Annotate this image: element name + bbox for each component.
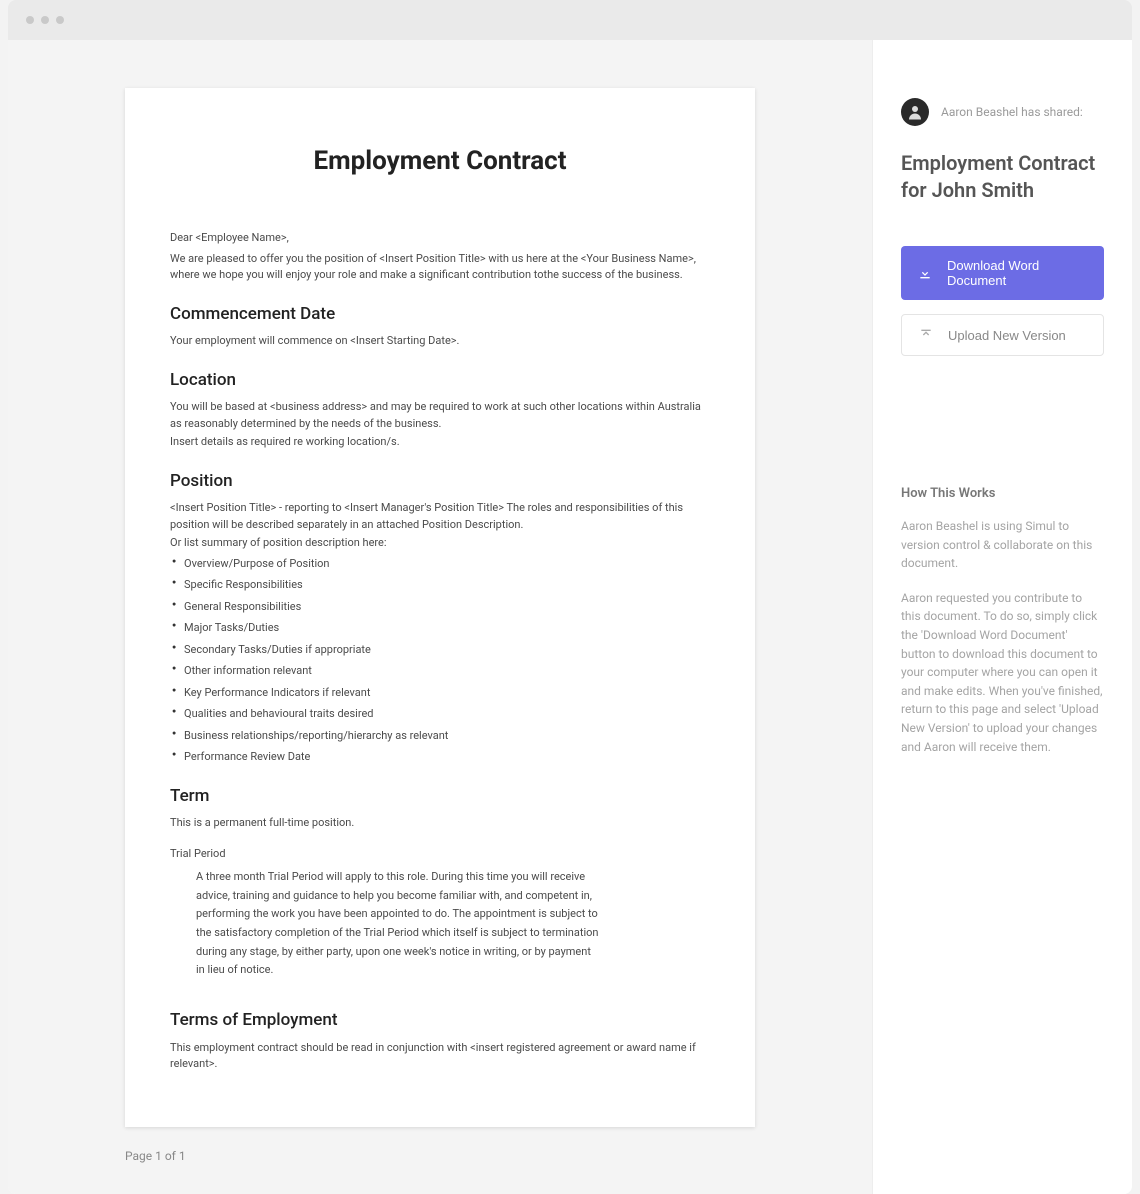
list-item: Major Tasks/Duties: [170, 620, 710, 637]
how-title: How This Works: [901, 486, 1104, 501]
list-item: Specific Responsibilities: [170, 577, 710, 594]
upload-label: Upload New Version: [948, 328, 1066, 343]
minimize-dot[interactable]: [41, 16, 49, 24]
document-viewer: Employment Contract Dear <Employee Name>…: [8, 40, 872, 1194]
position-bullets: Overview/Purpose of Position Specific Re…: [170, 556, 710, 766]
list-item: General Responsibilities: [170, 599, 710, 616]
app-body: Employment Contract Dear <Employee Name>…: [8, 40, 1132, 1194]
sidebar: Aaron Beashel has shared: Employment Con…: [872, 40, 1132, 1194]
how-paragraph-2: Aaron requested you contribute to this d…: [901, 589, 1104, 756]
list-item: Other information relevant: [170, 663, 710, 680]
section-heading-commencement: Commencement Date: [170, 302, 710, 328]
download-icon: [917, 265, 933, 281]
section-heading-location: Location: [170, 368, 710, 394]
list-item: Business relationships/reporting/hierarc…: [170, 728, 710, 745]
download-word-button[interactable]: Download Word Document: [901, 246, 1104, 300]
terms-employment-text: This employment contract should be read …: [170, 1040, 710, 1073]
how-this-works: How This Works Aaron Beashel is using Si…: [901, 486, 1104, 772]
list-item: Qualities and behavioural traits desired: [170, 706, 710, 723]
position-text-1: <Insert Position Title> - reporting to <…: [170, 500, 710, 533]
document-title: Employment Contract: [170, 146, 710, 176]
trial-period-subheading: Trial Period: [170, 846, 710, 863]
upload-icon: [918, 327, 934, 343]
shared-by-row: Aaron Beashel has shared:: [901, 98, 1104, 126]
browser-chrome: [8, 0, 1132, 40]
intro-paragraph: We are pleased to offer you the position…: [170, 251, 710, 284]
location-text-2: Insert details as required re working lo…: [170, 434, 710, 451]
position-text-2: Or list summary of position description …: [170, 535, 710, 552]
close-dot[interactable]: [26, 16, 34, 24]
download-label: Download Word Document: [947, 258, 1088, 288]
upload-new-version-button[interactable]: Upload New Version: [901, 314, 1104, 356]
avatar: [901, 98, 929, 126]
greeting: Dear <Employee Name>,: [170, 230, 710, 247]
term-text: This is a permanent full-time position.: [170, 815, 710, 832]
list-item: Secondary Tasks/Duties if appropriate: [170, 642, 710, 659]
section-heading-term: Term: [170, 784, 710, 810]
maximize-dot[interactable]: [56, 16, 64, 24]
person-icon: [906, 103, 924, 121]
section-heading-position: Position: [170, 469, 710, 495]
location-text-1: You will be based at <business address> …: [170, 399, 710, 432]
document-page: Employment Contract Dear <Employee Name>…: [125, 88, 755, 1127]
shared-by-text: Aaron Beashel has shared:: [941, 105, 1083, 119]
section-heading-terms-employment: Terms of Employment: [170, 1008, 710, 1034]
list-item: Performance Review Date: [170, 749, 710, 766]
commencement-text: Your employment will commence on <Insert…: [170, 333, 710, 350]
sidebar-document-title: Employment Contract for John Smith: [901, 150, 1104, 204]
how-paragraph-1: Aaron Beashel is using Simul to version …: [901, 517, 1104, 573]
list-item: Key Performance Indicators if relevant: [170, 685, 710, 702]
document-body: Dear <Employee Name>, We are pleased to …: [170, 230, 710, 1073]
trial-period-text: A three month Trial Period will apply to…: [170, 868, 710, 980]
window-controls: [26, 16, 64, 24]
list-item: Overview/Purpose of Position: [170, 556, 710, 573]
page-indicator: Page 1 of 1: [125, 1149, 755, 1163]
